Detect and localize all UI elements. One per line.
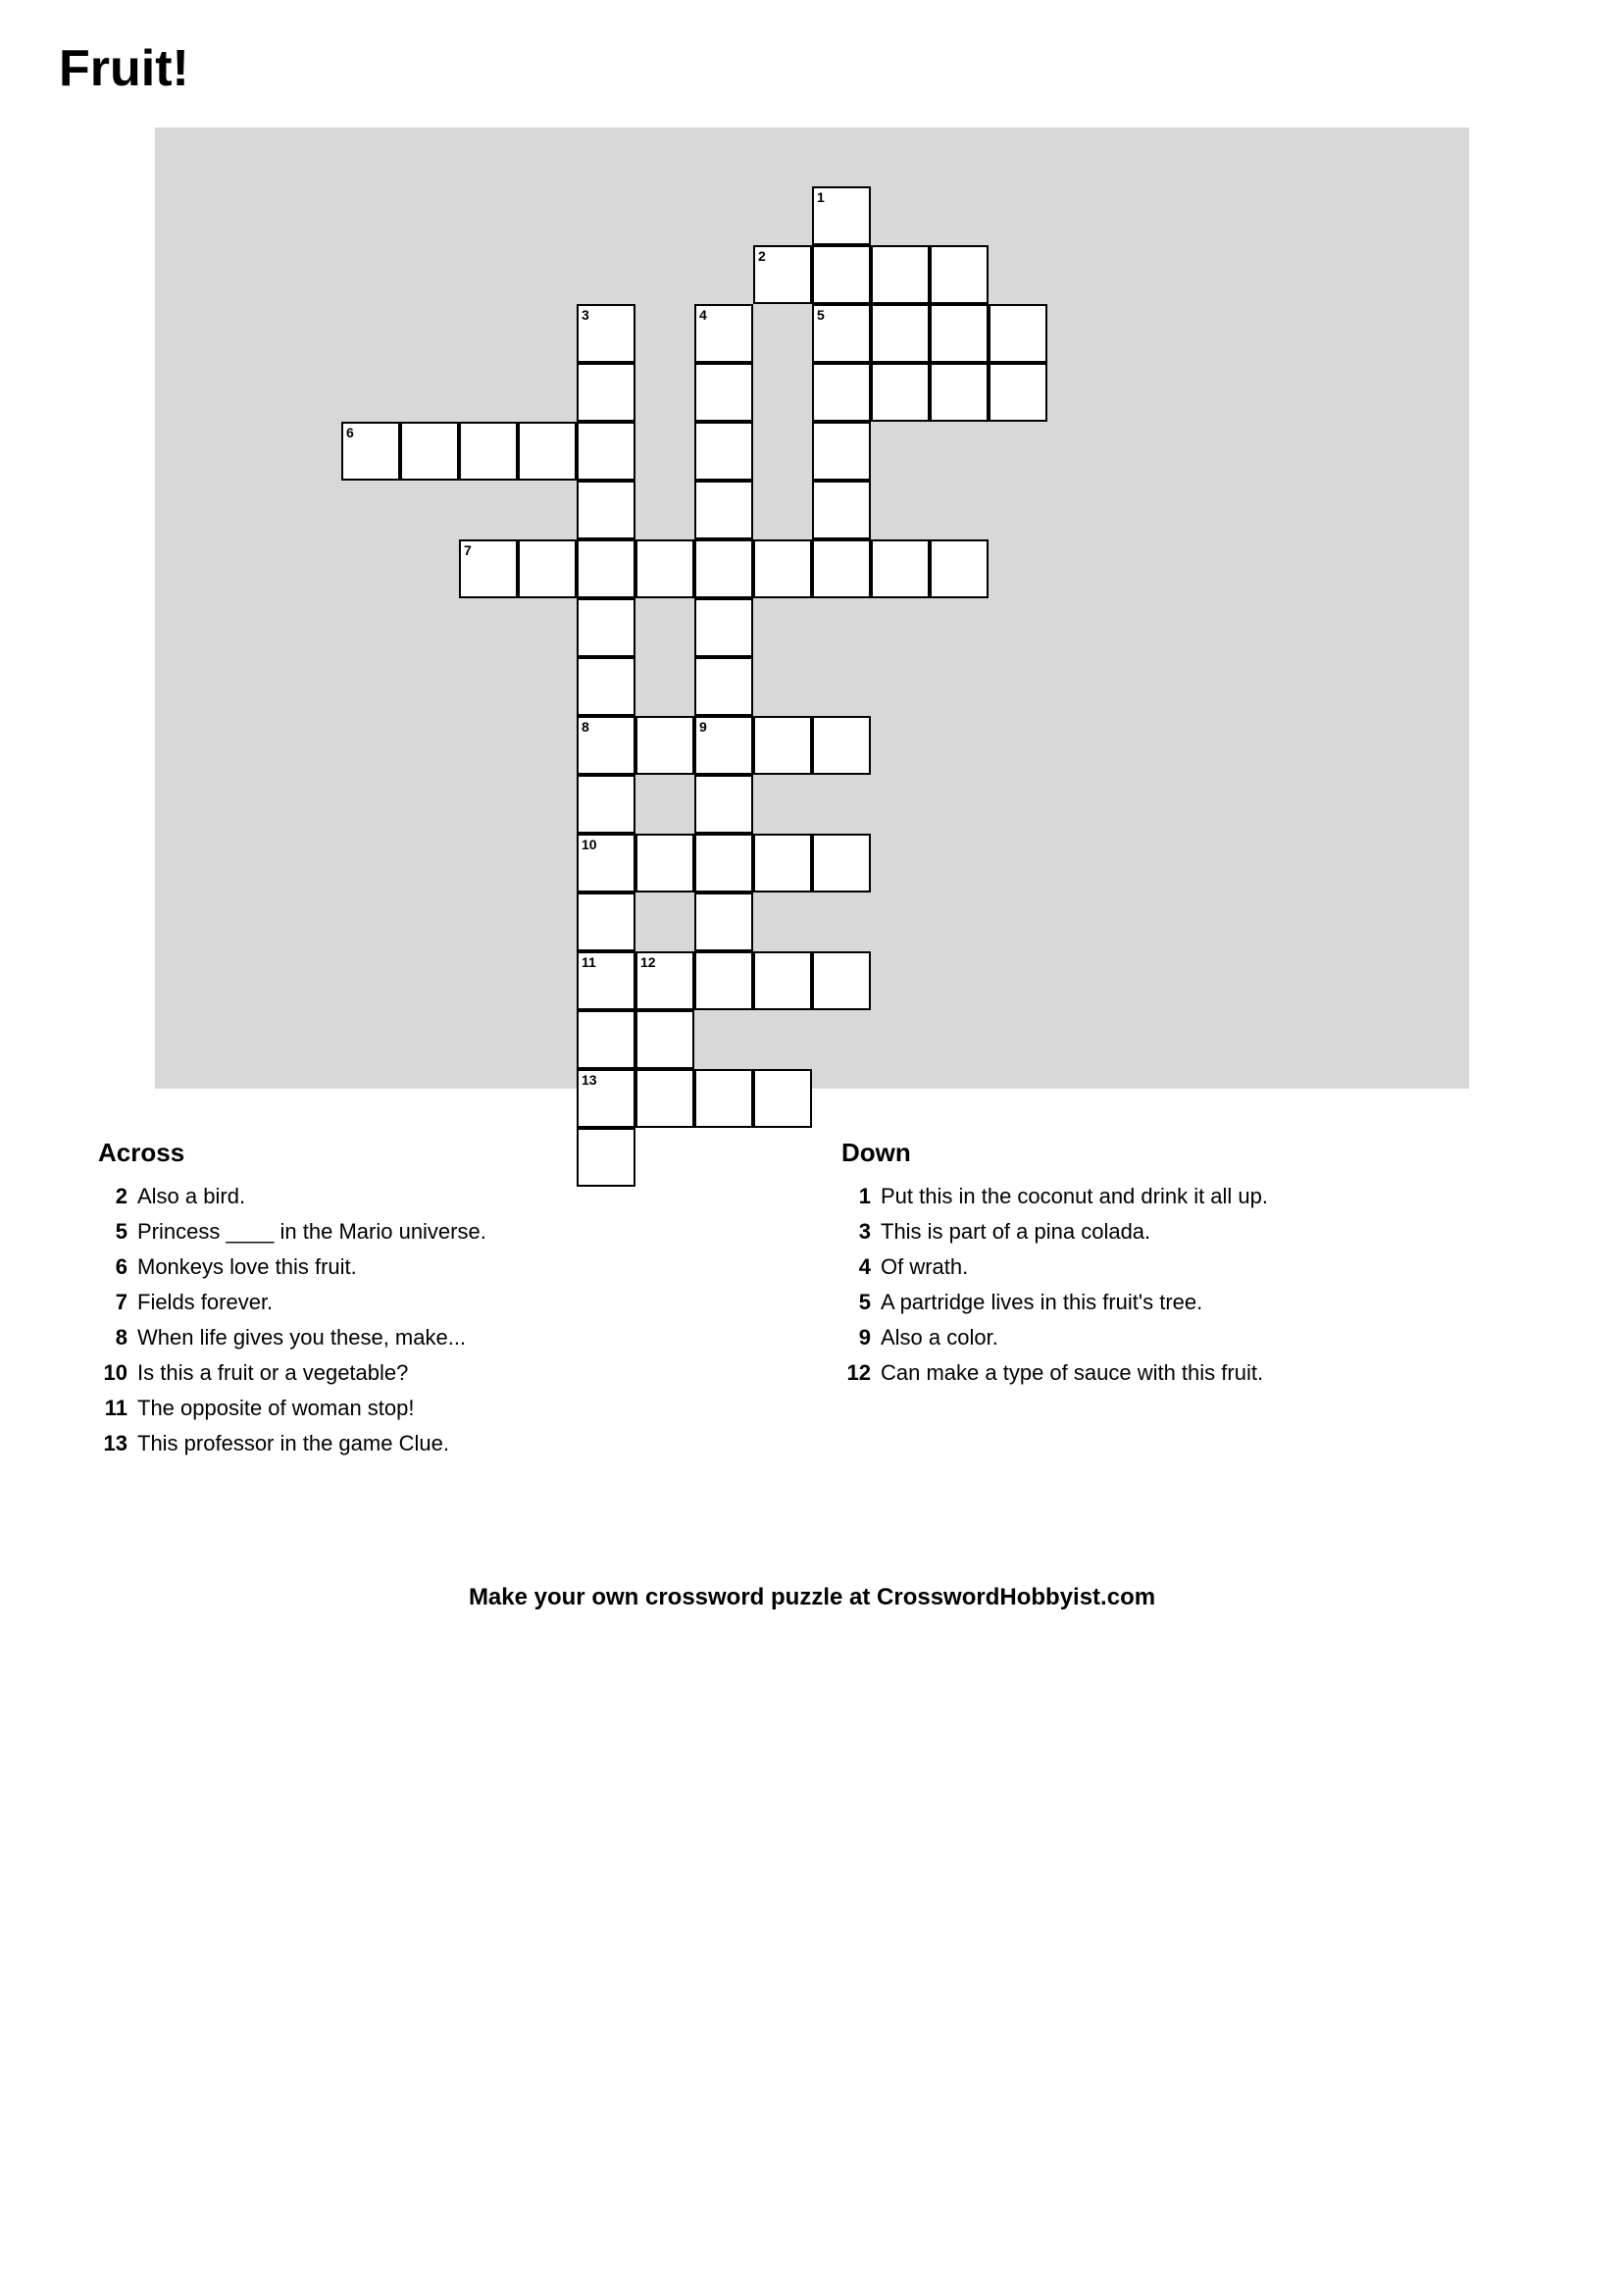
crossword-cell[interactable] bbox=[930, 245, 989, 304]
crossword-cell[interactable] bbox=[694, 598, 753, 657]
crossword-cell[interactable] bbox=[930, 363, 989, 422]
crossword-cell[interactable]: 7 bbox=[459, 539, 518, 598]
crossword-cell[interactable] bbox=[753, 716, 812, 775]
across-clue-item: 11The opposite of woman stop! bbox=[98, 1396, 783, 1421]
crossword-cell[interactable] bbox=[635, 1010, 694, 1069]
crossword-cell[interactable] bbox=[812, 539, 871, 598]
down-clue-item: 12Can make a type of sauce with this fru… bbox=[841, 1360, 1526, 1386]
crossword-cell[interactable] bbox=[812, 951, 871, 1010]
crossword-cell[interactable] bbox=[577, 422, 635, 481]
crossword-cell[interactable] bbox=[635, 716, 694, 775]
crossword-cell[interactable] bbox=[518, 422, 577, 481]
crossword-cell[interactable] bbox=[694, 951, 753, 1010]
crossword-cell[interactable] bbox=[871, 245, 930, 304]
across-clue-item: 10Is this a fruit or a vegetable? bbox=[98, 1360, 783, 1386]
crossword-cell[interactable]: 2 bbox=[753, 245, 812, 304]
crossword-cell[interactable] bbox=[753, 1069, 812, 1128]
crossword-grid: 12345678910111213 bbox=[155, 127, 1469, 1089]
down-clue-item: 3This is part of a pina colada. bbox=[841, 1219, 1526, 1245]
crossword-cell[interactable] bbox=[694, 657, 753, 716]
crossword-cell[interactable]: 4 bbox=[694, 304, 753, 363]
across-title: Across bbox=[98, 1138, 783, 1168]
crossword-cell[interactable]: 9 bbox=[694, 716, 753, 775]
crossword-cell[interactable]: 11 bbox=[577, 951, 635, 1010]
crossword-cell[interactable] bbox=[694, 892, 753, 951]
crossword-cell[interactable] bbox=[694, 363, 753, 422]
crossword-cell[interactable]: 6 bbox=[341, 422, 400, 481]
down-clue-item: 9Also a color. bbox=[841, 1325, 1526, 1351]
down-clue-item: 1Put this in the coconut and drink it al… bbox=[841, 1184, 1526, 1209]
crossword-cell[interactable]: 12 bbox=[635, 951, 694, 1010]
crossword-cell[interactable] bbox=[989, 363, 1047, 422]
crossword-cell[interactable] bbox=[577, 1128, 635, 1187]
crossword-cell[interactable] bbox=[989, 304, 1047, 363]
crossword-cell[interactable] bbox=[577, 539, 635, 598]
crossword-cell[interactable] bbox=[635, 539, 694, 598]
crossword-cell[interactable]: 10 bbox=[577, 834, 635, 892]
page-title: Fruit! bbox=[59, 39, 1565, 98]
crossword-cell[interactable] bbox=[577, 1010, 635, 1069]
crossword-cell[interactable] bbox=[930, 539, 989, 598]
crossword-cell[interactable] bbox=[694, 775, 753, 834]
crossword-cell[interactable] bbox=[694, 1069, 753, 1128]
crossword-cell[interactable] bbox=[577, 775, 635, 834]
crossword-cell[interactable]: 3 bbox=[577, 304, 635, 363]
crossword-cell[interactable] bbox=[871, 363, 930, 422]
across-clue-item: 6Monkeys love this fruit. bbox=[98, 1254, 783, 1280]
crossword-cell[interactable]: 5 bbox=[812, 304, 871, 363]
across-clue-item: 7Fields forever. bbox=[98, 1290, 783, 1315]
crossword-cell[interactable] bbox=[459, 422, 518, 481]
across-clues: Across 2Also a bird. 5Princess ____ in th… bbox=[98, 1138, 783, 1466]
crossword-cell[interactable] bbox=[635, 1069, 694, 1128]
crossword-cell[interactable] bbox=[812, 834, 871, 892]
crossword-cell[interactable] bbox=[577, 892, 635, 951]
crossword-cell[interactable] bbox=[635, 834, 694, 892]
crossword-cell[interactable] bbox=[518, 539, 577, 598]
clues-section: Across 2Also a bird. 5Princess ____ in th… bbox=[98, 1138, 1526, 1466]
crossword-cell[interactable] bbox=[694, 539, 753, 598]
crossword-cell[interactable] bbox=[400, 422, 459, 481]
crossword-cell[interactable]: 1 bbox=[812, 186, 871, 245]
crossword-cell[interactable] bbox=[694, 481, 753, 539]
crossword-cell[interactable]: 8 bbox=[577, 716, 635, 775]
across-clue-item: 13This professor in the game Clue. bbox=[98, 1431, 783, 1456]
crossword-cell[interactable] bbox=[753, 951, 812, 1010]
crossword-cell[interactable] bbox=[812, 422, 871, 481]
crossword-cell[interactable] bbox=[871, 539, 930, 598]
crossword-cell[interactable] bbox=[930, 304, 989, 363]
crossword-cell[interactable]: 13 bbox=[577, 1069, 635, 1128]
footer-text: Make your own crossword puzzle at Crossw… bbox=[59, 1584, 1565, 1611]
crossword-cell[interactable] bbox=[871, 304, 930, 363]
across-clue-item: 5Princess ____ in the Mario universe. bbox=[98, 1219, 783, 1245]
across-clue-item: 8When life gives you these, make... bbox=[98, 1325, 783, 1351]
crossword-cell[interactable] bbox=[812, 363, 871, 422]
crossword-cell[interactable] bbox=[753, 539, 812, 598]
crossword-cell[interactable] bbox=[753, 834, 812, 892]
crossword-cell[interactable] bbox=[812, 481, 871, 539]
crossword-cell[interactable] bbox=[577, 598, 635, 657]
across-clue-item: 2Also a bird. bbox=[98, 1184, 783, 1209]
crossword-cell[interactable] bbox=[577, 481, 635, 539]
crossword-cell[interactable] bbox=[577, 363, 635, 422]
down-clues: Down 1Put this in the coconut and drink … bbox=[841, 1138, 1526, 1466]
down-title: Down bbox=[841, 1138, 1526, 1168]
crossword-cell[interactable] bbox=[812, 716, 871, 775]
down-clue-item: 4Of wrath. bbox=[841, 1254, 1526, 1280]
crossword-cell[interactable] bbox=[694, 834, 753, 892]
crossword-cell[interactable] bbox=[812, 245, 871, 304]
crossword-cell[interactable] bbox=[577, 657, 635, 716]
crossword-cell[interactable] bbox=[694, 422, 753, 481]
down-clue-item: 5A partridge lives in this fruit's tree. bbox=[841, 1290, 1526, 1315]
